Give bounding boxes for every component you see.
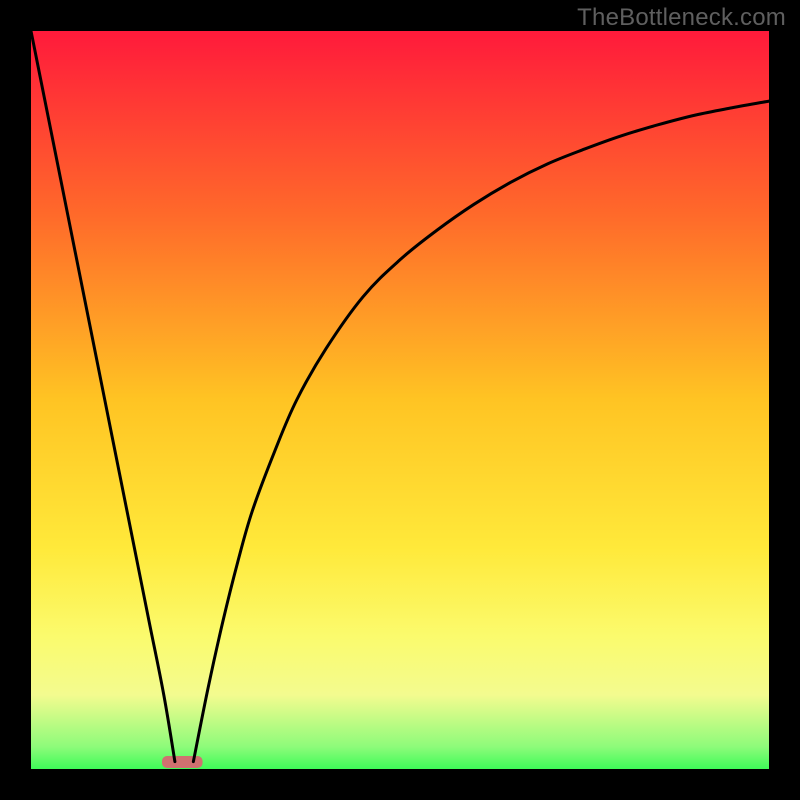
watermark-text: TheBottleneck.com [577, 4, 786, 32]
plot-area [31, 31, 769, 769]
minimum-marker [162, 756, 203, 768]
chart-frame: TheBottleneck.com [0, 0, 800, 800]
bottleneck-chart [0, 0, 800, 800]
